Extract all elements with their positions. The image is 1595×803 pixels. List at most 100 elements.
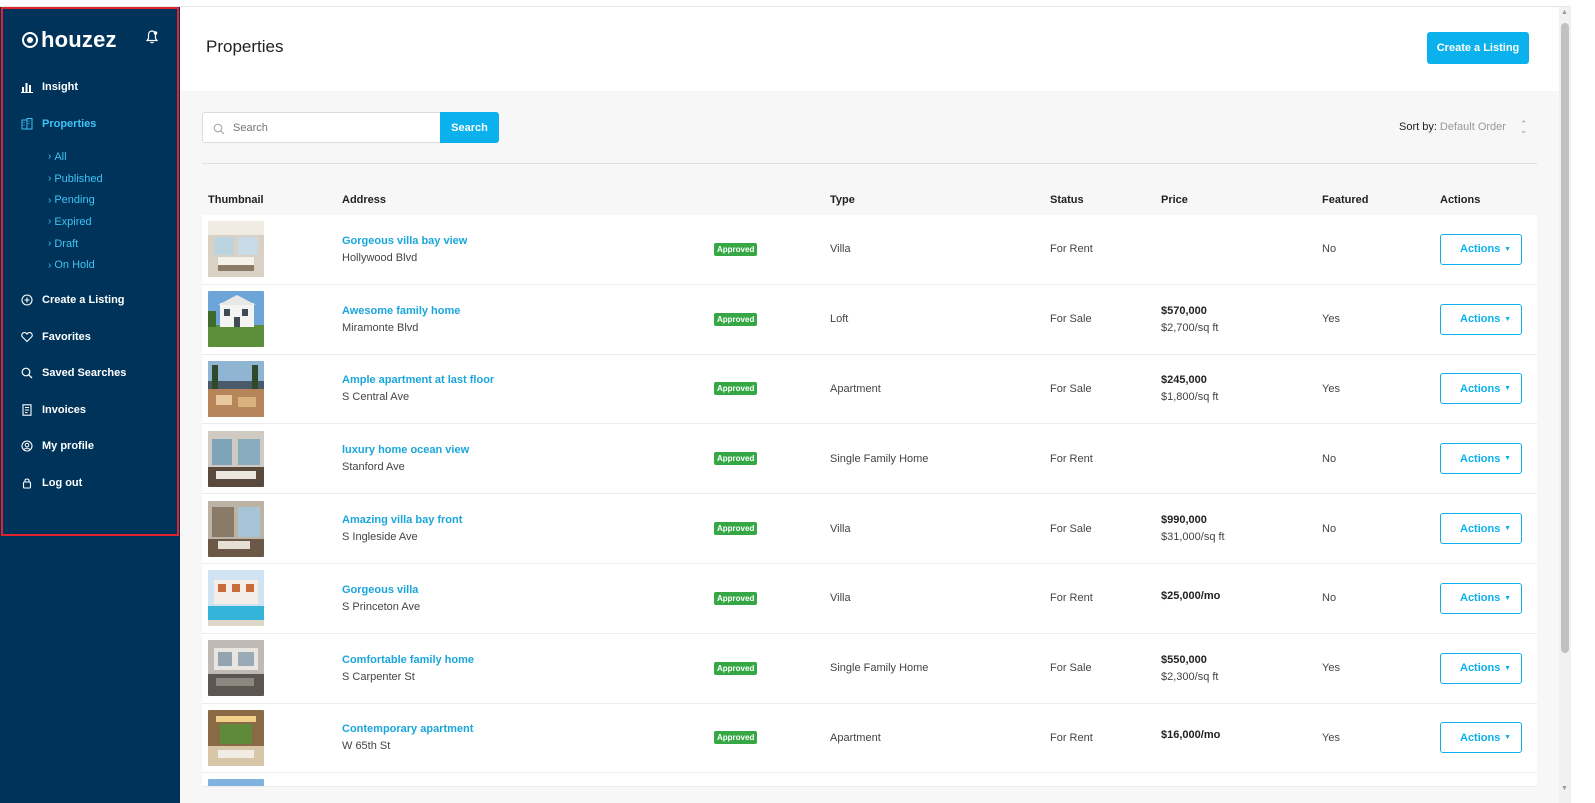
- property-featured: No: [1322, 522, 1337, 535]
- property-address: S Central Ave: [342, 391, 410, 404]
- chevron-right-icon: ›: [48, 194, 52, 206]
- property-type: Single Family Home: [830, 452, 929, 465]
- search-button[interactable]: Search: [440, 112, 499, 143]
- property-title-link[interactable]: Gorgeous villa: [342, 584, 714, 596]
- sidebar: houzez Insight Properties › All › Publishe…: [0, 7, 180, 803]
- property-status: For Sale: [1050, 522, 1092, 535]
- scrollbar-thumb[interactable]: [1561, 23, 1569, 653]
- actions-dropdown-button[interactable]: Actions ▼: [1440, 443, 1522, 475]
- notification-bell-icon[interactable]: [145, 30, 159, 44]
- sidebar-item-saved-searches[interactable]: Saved Searches: [20, 355, 170, 392]
- actions-label: Actions: [1460, 592, 1501, 605]
- main-content: Properties Create a Listing Search Sort …: [180, 7, 1559, 803]
- subnav-label: Expired: [54, 215, 92, 228]
- property-title-link[interactable]: Comfortable family home: [342, 654, 714, 666]
- search-field[interactable]: [202, 112, 440, 143]
- invoice-icon: [20, 403, 34, 417]
- actions-dropdown-button[interactable]: Actions ▼: [1440, 652, 1522, 684]
- sort-dropdown[interactable]: Sort by: Default Order ⌃ ⌄: [1399, 120, 1527, 135]
- property-thumbnail[interactable]: [208, 570, 264, 627]
- table-row: [202, 773, 1537, 788]
- subnav-item-expired[interactable]: › Expired: [48, 211, 170, 233]
- actions-dropdown-button[interactable]: Actions ▼: [1440, 513, 1522, 545]
- sidebar-item-favorites[interactable]: Favorites: [20, 319, 170, 356]
- sidebar-item-insight[interactable]: Insight: [20, 69, 170, 106]
- property-thumbnail[interactable]: [208, 221, 264, 278]
- chevron-right-icon: ›: [48, 259, 52, 271]
- property-price: $990,000 $31,000/sq ft: [1161, 514, 1322, 543]
- property-status: For Rent: [1050, 592, 1093, 605]
- search-input[interactable]: [233, 121, 423, 134]
- chevron-right-icon: ›: [48, 151, 52, 163]
- table-row: Awesome family home Miramonte Blvd Approv…: [202, 284, 1537, 355]
- sidebar-item-label: Insight: [42, 81, 79, 94]
- property-title-link[interactable]: Ample apartment at last floor: [342, 374, 714, 386]
- subnav-item-pending[interactable]: › Pending: [48, 189, 170, 211]
- property-thumbnail[interactable]: [208, 709, 264, 766]
- property-title-link[interactable]: luxury home ocean view: [342, 444, 714, 456]
- sidebar-item-invoices[interactable]: Invoices: [20, 392, 170, 429]
- property-thumbnail[interactable]: [208, 640, 264, 697]
- subnav-item-published[interactable]: › Published: [48, 168, 170, 190]
- properties-panel: Search Sort by: Default Order ⌃⌄ Thumbna…: [180, 91, 1559, 803]
- subnav-item-draft[interactable]: › Draft: [48, 233, 170, 255]
- status-badge: Approved: [714, 522, 758, 536]
- property-price: [1161, 247, 1322, 252]
- property-status: For Sale: [1050, 382, 1092, 395]
- property-title-link[interactable]: Contemporary apartment: [342, 723, 714, 735]
- sidebar-item-properties[interactable]: Properties: [20, 106, 170, 143]
- property-featured: Yes: [1322, 313, 1340, 326]
- property-status: For Rent: [1050, 243, 1093, 256]
- property-price: $570,000 $2,700/sq ft: [1161, 305, 1322, 334]
- table-row: Gorgeous villa S Princeton Ave Approved V…: [202, 563, 1537, 634]
- sidebar-item-label: Saved Searches: [42, 367, 127, 380]
- property-title-link[interactable]: Amazing villa bay front: [342, 514, 714, 526]
- subnav-label: Published: [54, 172, 103, 185]
- property-title-link[interactable]: Awesome family home: [342, 305, 714, 317]
- sidebar-item-my-profile[interactable]: My profile: [20, 428, 170, 465]
- property-price: $16,000/mo: [1161, 729, 1322, 746]
- property-thumbnail[interactable]: [208, 360, 264, 417]
- table-row: Contemporary apartment W 65th St Approved…: [202, 703, 1537, 774]
- property-thumbnail[interactable]: [208, 500, 264, 557]
- actions-dropdown-button[interactable]: Actions ▼: [1440, 722, 1522, 754]
- sidebar-item-label: Favorites: [42, 330, 91, 343]
- subnav-item-all[interactable]: › All: [48, 146, 170, 168]
- property-thumbnail[interactable]: [208, 291, 264, 348]
- actions-label: Actions: [1460, 731, 1501, 744]
- property-address: S Princeton Ave: [342, 600, 421, 613]
- scroll-down-arrow-icon[interactable]: ▼: [1561, 785, 1568, 792]
- brand-logo[interactable]: houzez: [22, 25, 117, 55]
- create-listing-button[interactable]: Create a Listing: [1427, 32, 1529, 64]
- subnav-label: All: [54, 150, 67, 163]
- property-featured: No: [1322, 592, 1337, 605]
- property-type: Villa: [830, 522, 851, 535]
- chevron-right-icon: ›: [48, 238, 52, 250]
- brand-name: houzez: [41, 27, 117, 52]
- actions-label: Actions: [1460, 522, 1501, 535]
- property-thumbnail[interactable]: [208, 779, 264, 787]
- subnav-label: On Hold: [54, 259, 95, 272]
- property-featured: Yes: [1322, 662, 1340, 675]
- property-address: S Carpenter St: [342, 670, 415, 683]
- property-type: Loft: [830, 313, 849, 326]
- actions-dropdown-button[interactable]: Actions ▼: [1440, 373, 1522, 405]
- actions-dropdown-button[interactable]: Actions ▼: [1440, 233, 1522, 265]
- scroll-up-arrow-icon[interactable]: ▲: [1561, 9, 1568, 16]
- property-featured: Yes: [1322, 731, 1340, 744]
- property-address: W 65th St: [342, 740, 391, 753]
- status-badge: Approved: [714, 661, 758, 675]
- sidebar-item-log-out[interactable]: Log out: [20, 465, 170, 502]
- actions-dropdown-button[interactable]: Actions ▼: [1440, 303, 1522, 335]
- vertical-scrollbar[interactable]: ▲ ▼: [1559, 7, 1571, 803]
- actions-dropdown-button[interactable]: Actions ▼: [1440, 582, 1522, 614]
- property-thumbnail[interactable]: [208, 430, 264, 487]
- sidebar-item-create-listing[interactable]: Create a Listing: [20, 282, 170, 319]
- subnav-item-on-hold[interactable]: › On Hold: [48, 254, 170, 276]
- sidebar-item-label: My profile: [42, 440, 94, 453]
- property-featured: Yes: [1322, 382, 1340, 395]
- property-title-link[interactable]: Gorgeous villa bay view: [342, 235, 714, 247]
- caret-down-icon: ▼: [1504, 734, 1511, 742]
- search-icon: [20, 366, 34, 380]
- price-per-sqft: $2,700/sq ft: [1161, 321, 1219, 334]
